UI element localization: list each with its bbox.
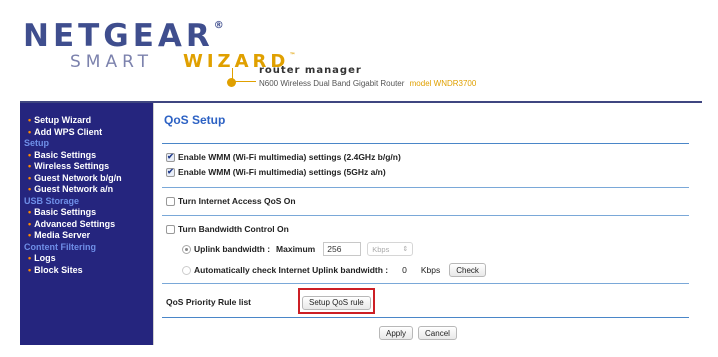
wmm-5ghz-row: ✔ Enable WMM (Wi-Fi multimedia) settings… [166, 167, 386, 177]
sidebar: • Setup Wizard • Add WPS Client Setup • Bas… [20, 103, 153, 345]
sidebar-item-logs[interactable]: • Logs [20, 253, 153, 265]
sidebar-item-guest-network-bgn[interactable]: • Guest Network b/g/n [20, 173, 153, 185]
bandwidth-control-row: Turn Bandwidth Control On [166, 224, 289, 234]
divider [162, 187, 689, 188]
divider [162, 215, 689, 216]
auto-check-label: Automatically check Internet Uplink band… [194, 265, 389, 275]
maximum-label: Maximum [276, 244, 316, 254]
divider [162, 317, 689, 318]
highlight-box: Setup QoS rule [298, 288, 375, 314]
bandwidth-control-label: Turn Bandwidth Control On [178, 224, 289, 234]
setup-qos-rule-button[interactable]: Setup QoS rule [302, 295, 371, 310]
sidebar-section-usb-storage: USB Storage [24, 195, 80, 206]
sidebar-item-wireless-settings[interactable]: • Wireless Settings [20, 161, 153, 173]
product-description: N600 Wireless Dual Band Gigabit Router m… [259, 79, 477, 88]
uplink-bandwidth-input[interactable]: 256 [323, 242, 362, 256]
divider [162, 143, 689, 144]
smart-wordmark: SMART [70, 52, 154, 72]
form-actions: Apply Cancel [379, 326, 457, 340]
product-title: router manager [259, 65, 362, 76]
uplink-row: Uplink bandwidth : Maximum 256 Kbps ⇕ [182, 242, 414, 256]
sidebar-item-setup-wizard[interactable]: • Setup Wizard [20, 115, 153, 127]
priority-rule-label: QoS Priority Rule list [166, 297, 252, 307]
sidebar-section-content-filtering: Content Filtering [24, 241, 96, 252]
uplink-unit-select[interactable]: Kbps ⇕ [367, 242, 414, 256]
check-button[interactable]: Check [449, 263, 486, 277]
uplink-label: Uplink bandwidth : [194, 244, 271, 254]
uplink-radio[interactable] [182, 244, 191, 254]
wmm-24ghz-label: Enable WMM (Wi-Fi multimedia) settings (… [178, 152, 401, 162]
sidebar-item-media-server[interactable]: • Media Server [20, 230, 153, 242]
sidebar-item-add-wps-client[interactable]: • Add WPS Client [20, 127, 153, 139]
wmm-24ghz-row: ✔ Enable WMM (Wi-Fi multimedia) settings… [166, 152, 401, 162]
wmm-5ghz-label: Enable WMM (Wi-Fi multimedia) settings (… [178, 167, 386, 177]
logo-dot-icon [227, 78, 236, 87]
apply-button[interactable]: Apply [379, 326, 414, 340]
stepper-icon: ⇕ [402, 246, 409, 253]
page-title: QoS Setup [164, 113, 226, 127]
sidebar-section-setup: Setup [24, 138, 50, 148]
sidebar-item-basic-settings[interactable]: • Basic Settings [20, 150, 153, 162]
main-panel: QoS Setup ✔ Enable WMM (Wi-Fi multimedia… [153, 103, 702, 345]
cancel-button[interactable]: Cancel [418, 326, 457, 340]
header: NETGEAR® SMART WIZARD™ router manager N6… [20, 10, 700, 100]
internet-qos-label: Turn Internet Access QoS On [178, 196, 296, 206]
wmm-5ghz-checkbox[interactable]: ✔ [166, 167, 175, 177]
sidebar-item-advanced-settings[interactable]: • Advanced Settings [20, 219, 153, 231]
priority-rule-row: QoS Priority Rule list [166, 297, 251, 307]
bandwidth-control-checkbox[interactable] [166, 224, 175, 234]
sidebar-item-guest-network-an[interactable]: • Guest Network a/n [20, 184, 153, 196]
sidebar-item-usb-basic-settings[interactable]: • Basic Settings [20, 207, 153, 219]
internet-qos-checkbox[interactable] [166, 196, 175, 206]
wmm-24ghz-checkbox[interactable]: ✔ [166, 152, 175, 162]
divider [162, 283, 689, 284]
netgear-logo: NETGEAR® [23, 18, 224, 54]
auto-check-radio[interactable] [182, 265, 191, 275]
internet-qos-row: Turn Internet Access QoS On [166, 196, 296, 206]
auto-check-unit: Kbps [420, 265, 441, 275]
auto-check-value: 0 [402, 265, 407, 275]
sidebar-item-block-sites[interactable]: • Block Sites [20, 265, 153, 277]
auto-check-row: Automatically check Internet Uplink band… [182, 263, 486, 277]
